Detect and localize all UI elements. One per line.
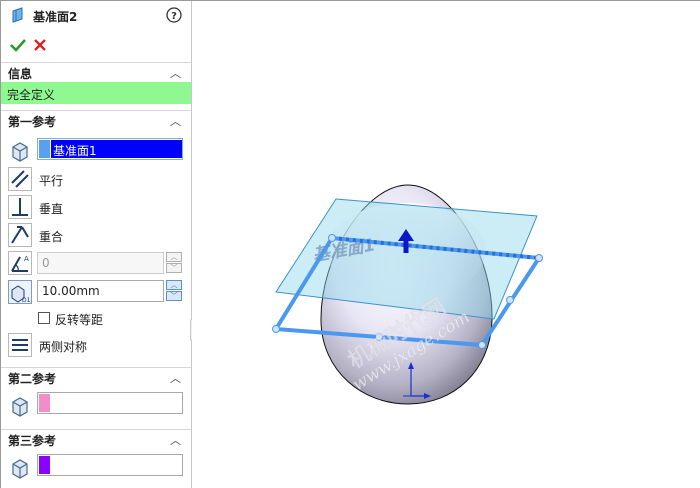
distance-value: 10.00mm [42,284,100,298]
first-ref-color-swatch [39,140,50,158]
selected-item[interactable]: 基准面1 [51,140,182,158]
face-select-icon [12,397,28,417]
angle-value: 0 [42,256,50,270]
section-third-ref-header[interactable]: 第三参考 ︿ [1,429,191,448]
perpendicular-label: 垂直 [39,202,64,216]
distance-input[interactable]: 10.00mm [37,280,164,302]
section-third-ref-title: 第三参考 [8,434,57,448]
flip-checkbox[interactable] [38,312,50,324]
parallel-icon[interactable] [8,167,32,191]
ok-icon[interactable] [10,38,26,52]
perpendicular-icon[interactable] [8,195,32,219]
mid-plane-label: 两侧对称 [39,340,88,354]
coincident-icon[interactable] [8,223,32,247]
angle-stepper[interactable]: ︿ ﹀ [166,252,182,274]
section-first-ref-header[interactable]: 第一参考 ︿ [1,110,191,129]
svg-text:?: ? [171,11,177,22]
chevron-up-icon: ︿ [170,372,181,385]
mid-plane-icon[interactable] [8,333,32,357]
section-info-title: 信息 [8,67,33,81]
distance-icon[interactable]: D1 [8,280,32,304]
chevron-up-icon: ︿ [170,67,181,80]
angle-input[interactable]: 0 [37,252,164,274]
status-badge: 完全定义 [1,82,191,104]
third-ref-selection-box[interactable] [37,454,183,476]
svg-text:D1: D1 [22,297,31,304]
second-ref-selection-box[interactable] [37,392,183,414]
flip-label: 反转等距 [55,313,104,327]
section-info-header[interactable]: 信息 ︿ [1,62,191,81]
model-view[interactable]: 基准面1 机械时代网 www.jxage.com [192,1,700,488]
face-select-icon [12,459,28,479]
plane-icon [12,7,23,23]
page-title: 基准面2 [33,10,78,24]
graphics-viewport[interactable]: 基准面1 机械时代网 www.jxage.com [192,1,700,488]
distance-down-icon[interactable]: ﹀ [166,291,182,301]
second-ref-color-swatch [39,394,50,412]
chevron-up-icon: ︿ [170,115,181,128]
svg-text:A: A [24,255,29,263]
parallel-label: 平行 [39,174,64,188]
section-first-ref-title: 第一参考 [8,115,57,129]
first-ref-selection-box[interactable]: 基准面1 [37,138,183,160]
action-row [1,35,191,57]
angle-down-icon[interactable]: ﹀ [166,263,182,273]
property-manager: 基准面2 ? 信息 ︿ 完全定义 第一参考 ︿ 基准面1 平行 垂直 重合 A … [1,1,197,488]
distance-up-icon[interactable]: ︿ [166,280,182,290]
plane-feature-window: 基准面2 ? 信息 ︿ 完全定义 第一参考 ︿ 基准面1 平行 垂直 重合 A … [0,0,700,488]
face-select-icon [12,142,28,162]
chevron-up-icon: ︿ [170,434,181,447]
selected-item-label: 基准面1 [53,144,97,158]
coincident-label: 重合 [39,230,64,244]
section-second-ref-title: 第二参考 [8,372,57,386]
distance-stepper[interactable]: ︿ ﹀ [166,280,182,302]
help-icon[interactable]: ? [166,7,182,23]
cancel-icon[interactable] [33,38,47,52]
third-ref-color-swatch [39,456,50,474]
angle-icon[interactable]: A [8,251,32,275]
status-text: 完全定义 [7,88,56,102]
title-bar: 基准面2 ? [1,1,191,31]
section-second-ref-header[interactable]: 第二参考 ︿ [1,367,191,386]
angle-up-icon[interactable]: ︿ [166,252,182,262]
